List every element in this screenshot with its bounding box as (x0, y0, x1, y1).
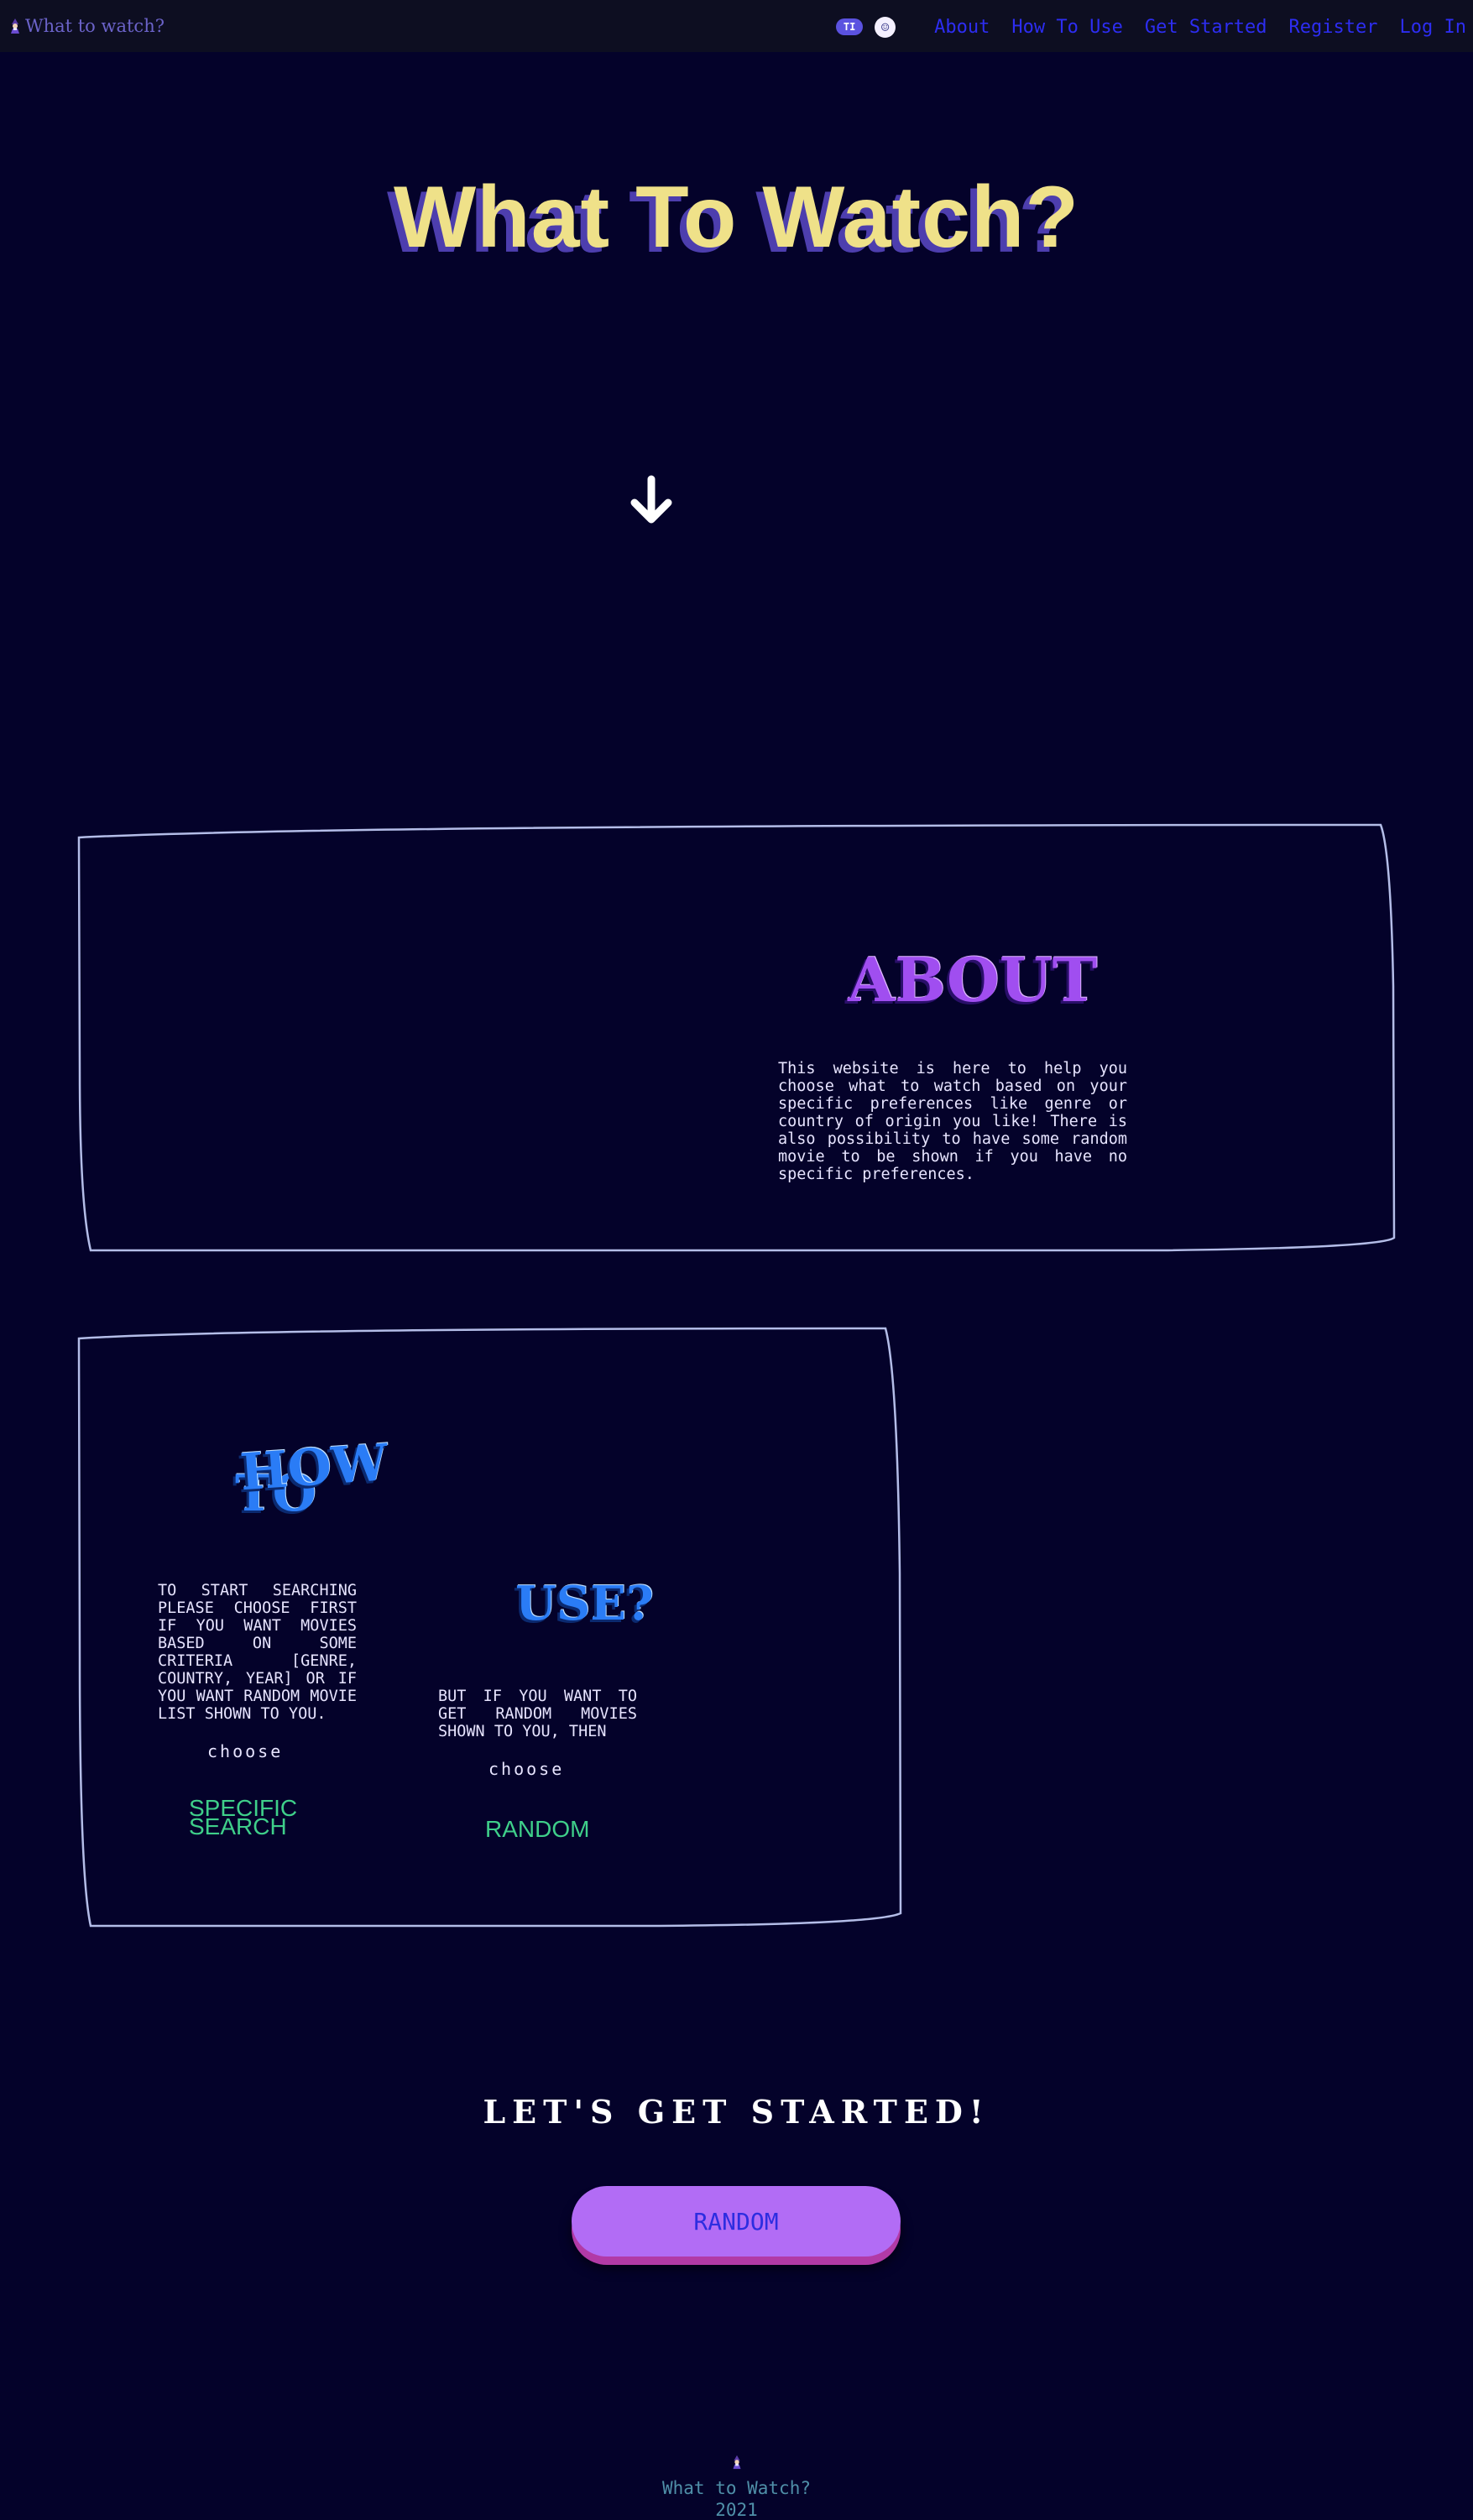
arrow-down-icon[interactable] (624, 474, 678, 528)
about-text: This website is here to help you choose … (778, 1060, 1127, 1183)
brand-name: What to watch? (25, 16, 165, 36)
nav-link-log-in[interactable]: Log In (1400, 17, 1466, 38)
nav-link-get-started[interactable]: Get Started (1145, 17, 1267, 38)
navbar: What to watch? TI ☺ About How To Use Get… (0, 0, 1473, 52)
random-button[interactable]: RANDOM (572, 2186, 901, 2257)
nav-link-register[interactable]: Register (1289, 17, 1378, 38)
random-search-button[interactable]: RANDOM (485, 1816, 589, 1843)
get-started-title: LET'S GET STARTED! (483, 2093, 990, 2131)
toggle-label: TI (843, 21, 856, 33)
about-frame (77, 823, 1396, 1252)
theme-toggle[interactable]: ☺ (875, 16, 896, 38)
specific-search-button[interactable]: SPECIFIC SEARCH (189, 1797, 315, 1839)
nav-right: TI ☺ About How To Use Get Started Regist… (836, 12, 1466, 42)
brand[interactable]: What to watch? (8, 13, 165, 39)
use-title: USE? (515, 1576, 654, 1631)
nav-link-about[interactable]: About (934, 17, 990, 38)
smiley-icon: ☺ (880, 18, 890, 35)
footer-year: 2021 (715, 2500, 758, 2520)
how-title-line1: HOW (238, 1433, 390, 1503)
language-toggle[interactable]: TI (836, 18, 864, 35)
how-text-random: But if you want to get random movies sho… (438, 1688, 637, 1740)
how-text-specific: To start searching please choose first i… (158, 1582, 357, 1723)
how-to-title: HOW TO (235, 1433, 390, 1519)
about-title: ABOUT (848, 944, 1098, 1015)
hero-title: What To Watch? (394, 169, 1079, 266)
choose-label-1: choose (207, 1741, 284, 1761)
footer-name: What to Watch? (661, 2478, 811, 2498)
nav-link-how-to-use[interactable]: How To Use (1011, 17, 1122, 38)
wizard-icon (8, 18, 22, 34)
footer: What to Watch? 2021 (0, 2455, 1473, 2520)
choose-label-2: choose (488, 1759, 565, 1779)
wizard-icon (730, 2455, 744, 2470)
